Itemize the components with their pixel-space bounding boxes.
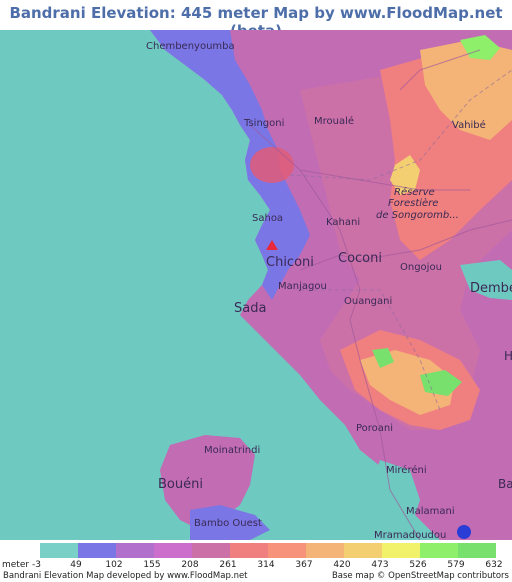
place-sahoa: Sahoa xyxy=(252,213,283,224)
title-bar: Bandrani Elevation: 445 meter Map by www… xyxy=(0,0,512,40)
legend-swatch xyxy=(382,543,420,558)
elevation-map[interactable]: Chembenyoumba Tsingoni Mroualé Vahibé Ré… xyxy=(0,30,512,540)
place-poroani: Poroani xyxy=(356,423,393,434)
place-dembe: Dembe xyxy=(470,281,512,296)
place-boueni: Bouéni xyxy=(158,477,203,492)
legend-tick-label: 49 xyxy=(70,560,82,570)
place-ongojou: Ongojou xyxy=(400,262,442,273)
place-bambo-ouest: Bambo Ouest xyxy=(194,518,262,529)
legend-tick-label: 632 xyxy=(485,560,503,570)
map-canvas[interactable]: Chembenyoumba Tsingoni Mroualé Vahibé Ré… xyxy=(0,30,512,540)
legend-swatch xyxy=(344,543,382,558)
place-songoromb: de Songoromb... xyxy=(376,210,459,221)
legend-color-scale xyxy=(40,543,496,558)
legend-tick-label: 155 xyxy=(143,560,161,570)
footer: Bandrani Elevation Map developed by www.… xyxy=(0,571,512,582)
legend-swatch xyxy=(306,543,344,558)
footer-attribution[interactable]: Base map © OpenStreetMap contributors xyxy=(332,571,509,581)
legend-tick-label: 208 xyxy=(181,560,199,570)
place-chiconi: Chiconi xyxy=(266,255,314,270)
place-coconi: Coconi xyxy=(338,251,382,266)
legend-tick-label: 420 xyxy=(333,560,351,570)
legend-swatch xyxy=(78,543,116,558)
place-tsingoni: Tsingoni xyxy=(243,118,284,129)
place-forestiere: Forestière xyxy=(388,197,438,209)
legend-tick-label: 473 xyxy=(371,560,389,570)
footer-credit[interactable]: Bandrani Elevation Map developed by www.… xyxy=(3,571,248,581)
legend-tick-label: 314 xyxy=(257,560,275,570)
place-kahani: Kahani xyxy=(326,217,360,228)
legend-swatch xyxy=(192,543,230,558)
place-mirereni: Miréréni xyxy=(386,464,427,476)
legend-swatch xyxy=(154,543,192,558)
sahoa-reservoir xyxy=(250,147,294,183)
place-malamani: Malamani xyxy=(406,506,455,517)
legend-swatch xyxy=(268,543,306,558)
place-h: H xyxy=(504,349,512,363)
legend-tick-label: 102 xyxy=(105,560,123,570)
legend-tick-label: 526 xyxy=(409,560,427,570)
legend-tick-label: 367 xyxy=(295,560,313,570)
legend-swatch xyxy=(230,543,268,558)
place-chembenyoumba: Chembenyoumba xyxy=(146,41,235,52)
place-moinatrindi: Moinatrindi xyxy=(204,445,260,456)
place-mrouale: Mroualé xyxy=(314,115,354,127)
map-pin-icon[interactable] xyxy=(457,525,471,539)
place-reserve: Réserve xyxy=(394,186,435,198)
legend-swatch xyxy=(40,543,78,558)
legend-swatch xyxy=(116,543,154,558)
place-vahibe: Vahibé xyxy=(452,119,486,131)
place-mramadoudou: Mramadoudou xyxy=(374,530,446,540)
legend-swatch xyxy=(458,543,496,558)
legend-tick-label: 579 xyxy=(447,560,465,570)
place-sada: Sada xyxy=(234,301,266,316)
legend-swatch xyxy=(420,543,458,558)
legend-tick-label: 261 xyxy=(219,560,237,570)
place-ouangani: Ouangani xyxy=(344,296,392,307)
place-manjagou: Manjagou xyxy=(278,281,327,292)
place-ba: Ba xyxy=(498,477,512,491)
